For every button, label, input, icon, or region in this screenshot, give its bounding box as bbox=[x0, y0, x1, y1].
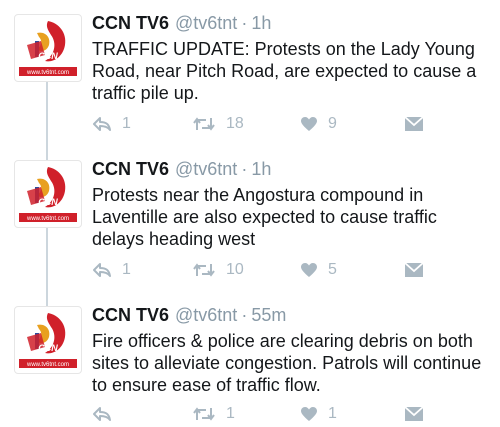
retweet-button[interactable]: 18 bbox=[192, 112, 244, 136]
like-count: 1 bbox=[328, 405, 337, 422]
tweet-actions: 1 1 bbox=[92, 402, 432, 426]
reply-icon bbox=[92, 406, 112, 422]
avatar-logo-text: CCN bbox=[38, 51, 58, 61]
like-button[interactable]: 9 bbox=[300, 112, 337, 136]
avatar[interactable]: CCN www.tv6tnt.com bbox=[14, 306, 82, 374]
avatar[interactable]: CCN www.tv6tnt.com bbox=[14, 14, 82, 82]
reply-count: 1 bbox=[122, 261, 131, 278]
tweet[interactable]: CCN www.tv6tnt.com CCN TV6 @tv6tnt · 1h Pro… bbox=[0, 146, 500, 292]
like-button[interactable]: 5 bbox=[300, 258, 337, 282]
tweet[interactable]: CCN www.tv6tnt.com CCN TV6 @tv6tnt · 1h TRA… bbox=[0, 0, 500, 150]
display-name[interactable]: CCN TV6 bbox=[92, 159, 169, 179]
reply-button[interactable] bbox=[92, 402, 122, 426]
user-handle[interactable]: @tv6tnt bbox=[175, 159, 237, 179]
display-name[interactable]: CCN TV6 bbox=[92, 13, 169, 33]
separator: · bbox=[241, 159, 248, 179]
like-count: 9 bbox=[328, 115, 337, 132]
tweet-text: TRAFFIC UPDATE: Protests on the Lady You… bbox=[92, 39, 477, 103]
tweet-text: Protests near the Angostura compound in … bbox=[92, 185, 437, 249]
reply-button[interactable]: 1 bbox=[92, 112, 131, 136]
like-count: 5 bbox=[328, 261, 337, 278]
avatar[interactable]: CCN www.tv6tnt.com bbox=[14, 160, 82, 228]
display-name[interactable]: CCN TV6 bbox=[92, 305, 169, 325]
reply-count: 1 bbox=[122, 115, 131, 132]
retweet-count: 18 bbox=[226, 115, 244, 132]
retweet-icon bbox=[192, 262, 216, 278]
direct-message-button[interactable] bbox=[404, 402, 424, 426]
retweet-button[interactable]: 10 bbox=[192, 258, 244, 282]
tweet-header: CCN TV6 @tv6tnt · 1h bbox=[92, 12, 271, 34]
direct-message-icon bbox=[404, 262, 424, 278]
user-handle[interactable]: @tv6tnt bbox=[175, 305, 237, 325]
reply-icon bbox=[92, 116, 112, 132]
heart-icon bbox=[300, 406, 318, 422]
avatar-logo-text: CCN bbox=[38, 197, 58, 207]
direct-message-button[interactable] bbox=[404, 112, 424, 136]
retweet-icon bbox=[192, 406, 216, 422]
reply-icon bbox=[92, 262, 112, 278]
avatar-url-text: www.tv6tnt.com bbox=[26, 216, 69, 222]
avatar-url-text: www.tv6tnt.com bbox=[26, 70, 69, 76]
direct-message-button[interactable] bbox=[404, 258, 424, 282]
separator: · bbox=[241, 305, 248, 325]
retweet-icon bbox=[192, 116, 216, 132]
user-handle[interactable]: @tv6tnt bbox=[175, 13, 237, 33]
timestamp[interactable]: 1h bbox=[251, 159, 271, 179]
tweet-header: CCN TV6 @tv6tnt · 55m bbox=[92, 304, 286, 326]
tweet[interactable]: CCN www.tv6tnt.com CCN TV6 @tv6tnt · 55m Fi… bbox=[0, 292, 500, 427]
tweet-actions: 1 10 5 bbox=[92, 258, 432, 282]
timestamp[interactable]: 55m bbox=[251, 305, 286, 325]
retweet-count: 10 bbox=[226, 261, 244, 278]
avatar-url-text: www.tv6tnt.com bbox=[26, 362, 69, 368]
separator: · bbox=[241, 13, 248, 33]
heart-icon bbox=[300, 116, 318, 132]
reply-button[interactable]: 1 bbox=[92, 258, 131, 282]
timestamp[interactable]: 1h bbox=[251, 13, 271, 33]
avatar-logo-text: CCN bbox=[38, 343, 58, 353]
direct-message-icon bbox=[404, 406, 424, 422]
retweet-count: 1 bbox=[226, 405, 235, 422]
like-button[interactable]: 1 bbox=[300, 402, 337, 426]
tweet-text: Fire officers & police are clearing debr… bbox=[92, 331, 482, 395]
heart-icon bbox=[300, 262, 318, 278]
retweet-button[interactable]: 1 bbox=[192, 402, 235, 426]
tweet-actions: 1 18 9 bbox=[92, 112, 432, 136]
tweet-header: CCN TV6 @tv6tnt · 1h bbox=[92, 158, 271, 180]
direct-message-icon bbox=[404, 116, 424, 132]
